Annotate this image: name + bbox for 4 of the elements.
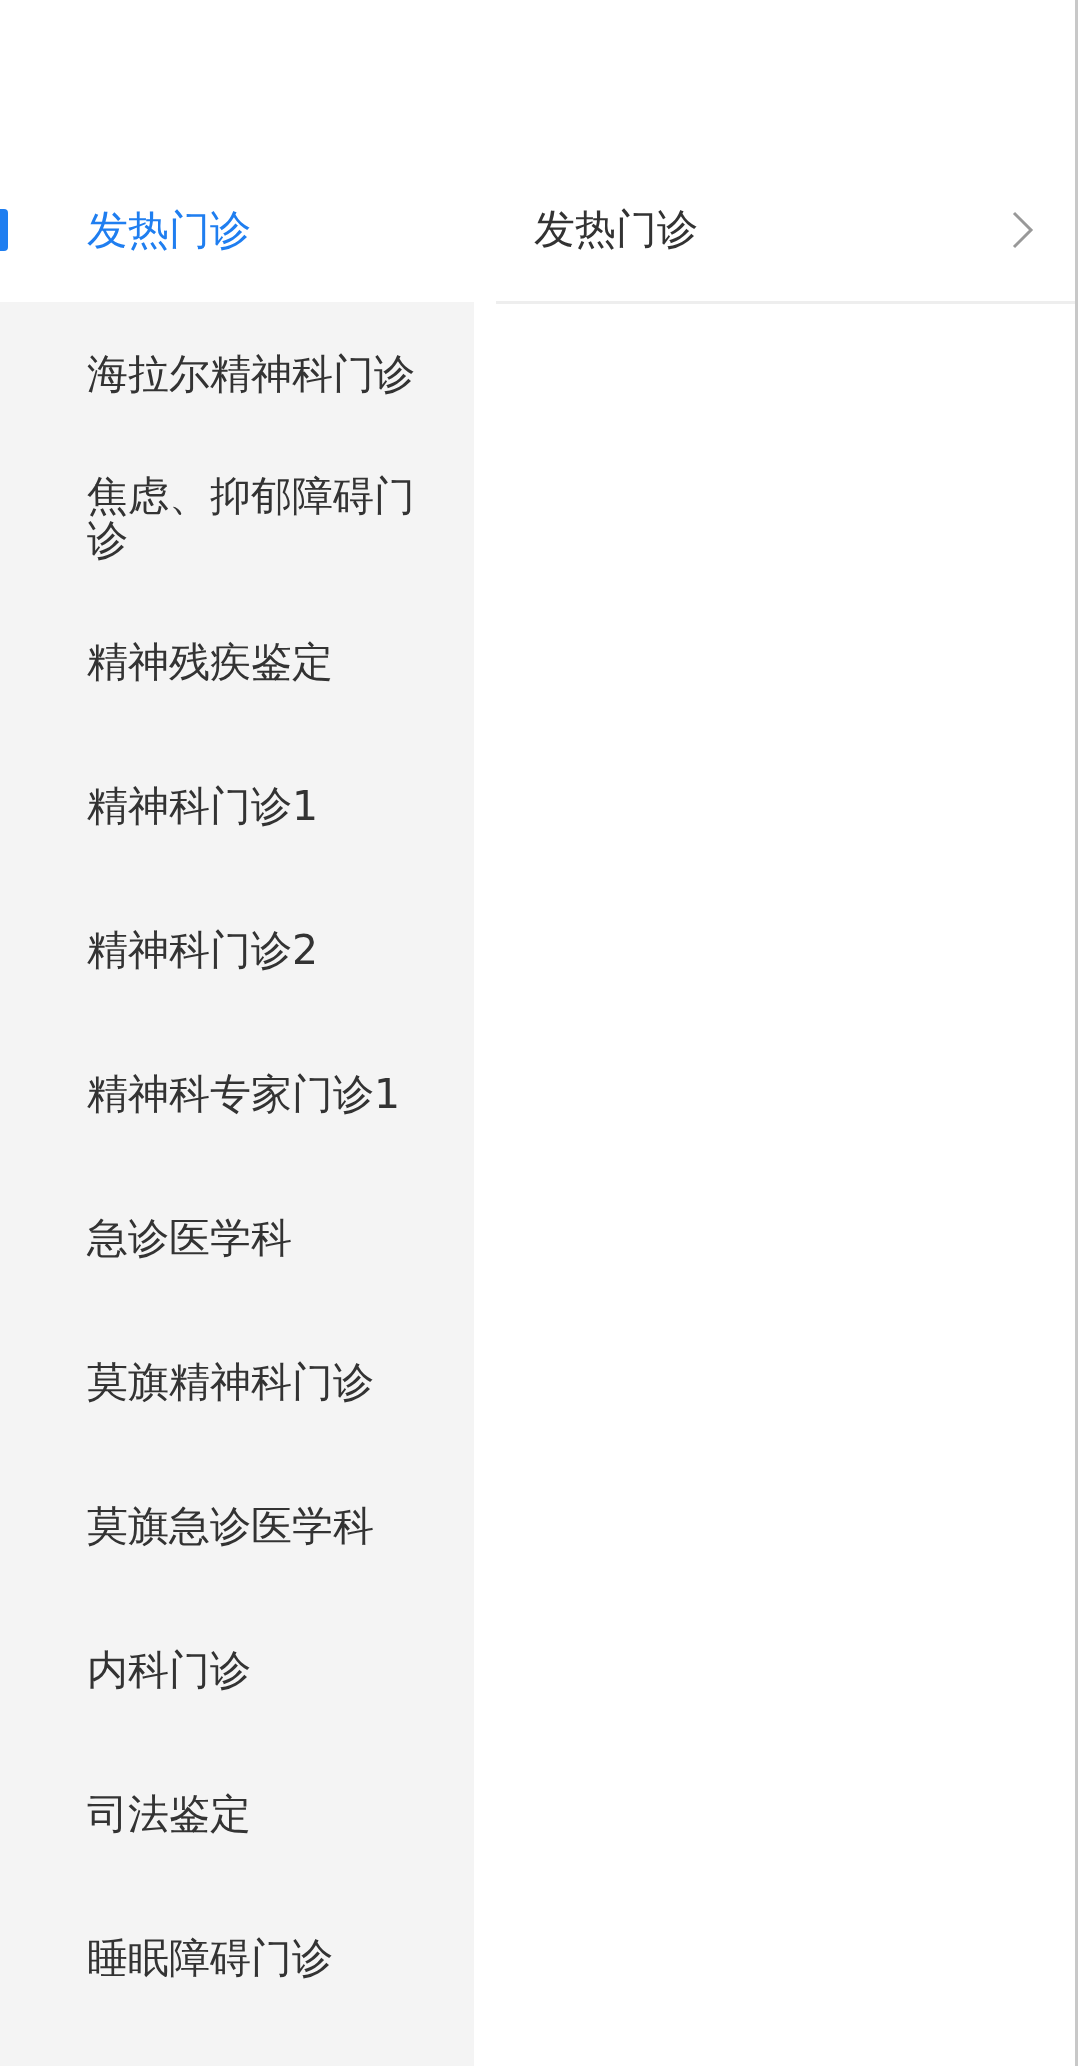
chevron-right-icon	[1011, 209, 1035, 250]
selection-indicator	[0, 209, 8, 251]
list-row[interactable]: 发热门诊	[496, 158, 1075, 304]
row-label: 发热门诊	[534, 204, 698, 255]
